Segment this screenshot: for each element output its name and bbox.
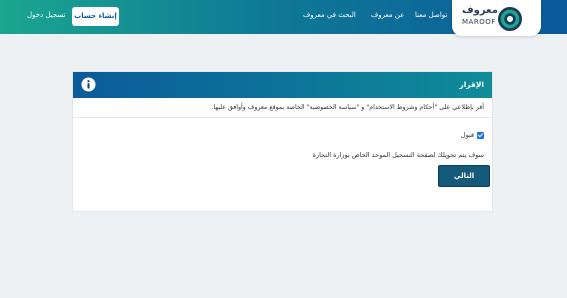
logo-english-text[interactable]: MAROOF (462, 18, 495, 26)
acknowledgement-text: أقر بإطلاعي على "أحكام وشروط الاستخدام" … (211, 104, 484, 111)
nav-search-maroof[interactable]: البحث في معروف (303, 11, 356, 19)
accept-label[interactable]: قبول (461, 131, 474, 139)
info-icon[interactable] (81, 77, 96, 92)
nav-about-maroof[interactable]: عن معروف (371, 11, 404, 19)
login-link[interactable]: تسجيل دخول (27, 11, 66, 19)
card-title: الإقرار (459, 80, 484, 89)
redirect-note: سوف يتم تحويلك لصفحة التسجيل الموحد الخا… (312, 151, 484, 159)
next-button[interactable]: التالي (438, 165, 490, 187)
divider (73, 117, 492, 118)
accept-row[interactable]: قبول (461, 131, 484, 139)
nav-contact-us[interactable]: تواصل معنا (415, 11, 447, 19)
signup-button[interactable]: إنشاء حساب (72, 7, 119, 26)
card-header: الإقرار (73, 72, 492, 98)
logo-arabic-text[interactable]: معروف (462, 5, 498, 16)
acknowledgement-card: الإقرار أقر بإطلاعي على "أحكام وشروط الا… (72, 71, 493, 212)
accept-checkbox[interactable] (477, 131, 484, 139)
maroof-logo-icon[interactable] (497, 6, 523, 32)
